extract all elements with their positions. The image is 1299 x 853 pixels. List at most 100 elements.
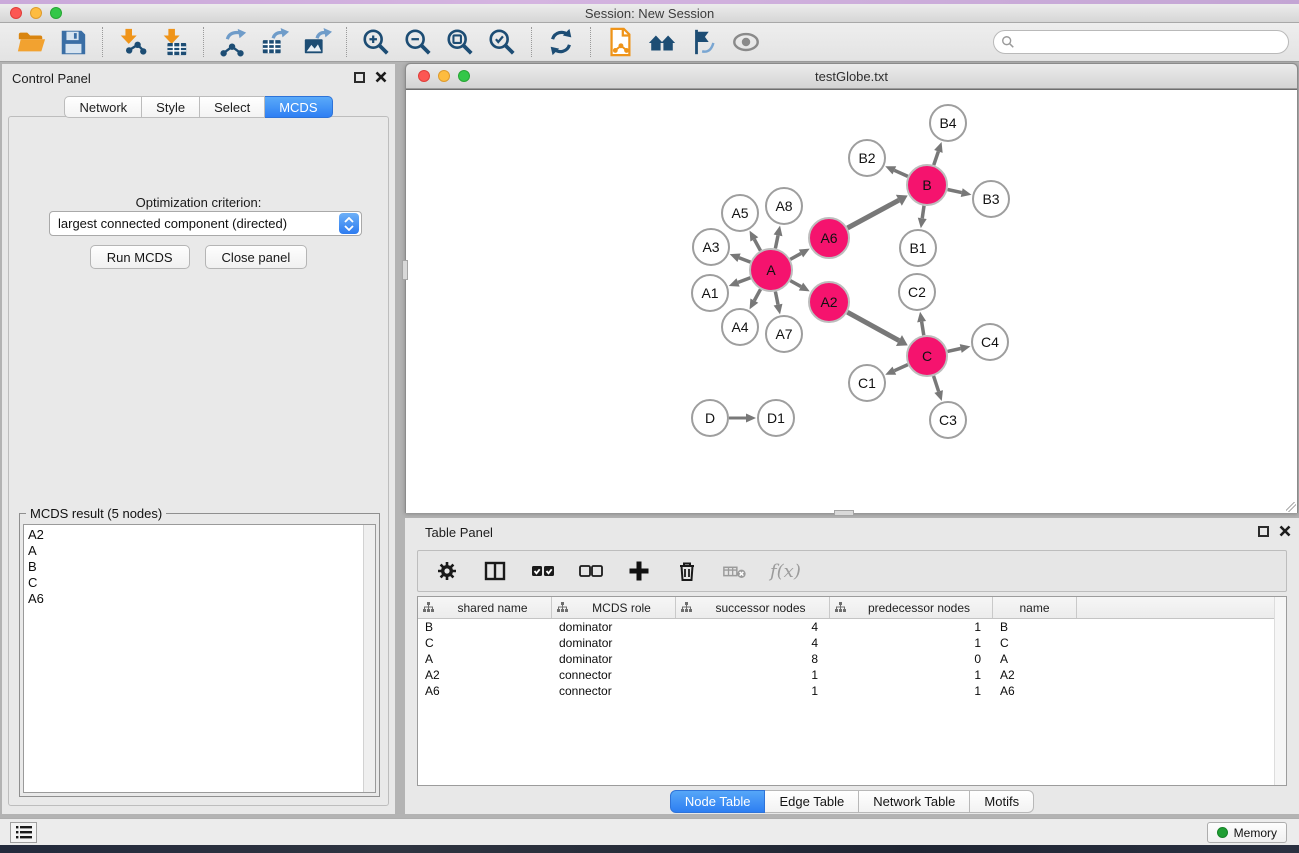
show-column-panel-icon[interactable] <box>482 558 508 584</box>
resize-grip-icon[interactable] <box>1286 502 1296 512</box>
tab-network[interactable]: Network <box>64 96 142 118</box>
column-header-name[interactable]: name <box>993 597 1077 618</box>
table-row[interactable]: Cdominator41C <box>418 635 1286 651</box>
column-header-mcds-role[interactable]: MCDS role <box>552 597 676 618</box>
mcds-result-item[interactable]: A2 <box>28 527 363 543</box>
splitter-grip-left[interactable] <box>402 260 408 280</box>
task-history-list-icon[interactable] <box>10 822 37 843</box>
import-table-icon[interactable] <box>157 25 191 59</box>
edge-C-C4[interactable] <box>947 349 960 352</box>
tab-network-table[interactable]: Network Table <box>859 790 970 813</box>
table-cell-name[interactable]: A6 <box>993 684 1077 698</box>
zoom-selected-icon[interactable] <box>485 25 519 59</box>
float-panel-icon[interactable] <box>354 72 365 83</box>
criterion-select[interactable]: largest connected component (directed) <box>49 211 362 236</box>
table-cell-name[interactable]: C <box>993 636 1077 650</box>
table-cell-mcds-role[interactable]: connector <box>552 668 676 682</box>
tab-select[interactable]: Select <box>200 96 265 118</box>
create-column-plus-icon[interactable] <box>626 558 652 584</box>
memory-button[interactable]: Memory <box>1207 822 1287 843</box>
refresh-view-icon[interactable] <box>544 25 578 59</box>
table-scrollbar[interactable] <box>1274 597 1286 785</box>
table-cell-name[interactable]: A <box>993 652 1077 666</box>
zoom-out-icon[interactable] <box>401 25 435 59</box>
tab-mcds[interactable]: MCDS <box>265 96 332 118</box>
column-header-successor-nodes[interactable]: successor nodes <box>676 597 830 618</box>
edge-A-A4[interactable] <box>754 289 760 300</box>
unselect-all-columns-icon[interactable] <box>578 558 604 584</box>
table-cell-predecessor-nodes[interactable]: 1 <box>830 684 993 698</box>
export-image-icon[interactable] <box>300 25 334 59</box>
table-cell-name[interactable]: A2 <box>993 668 1077 682</box>
export-network-icon[interactable] <box>216 25 250 59</box>
table-cell-shared-name[interactable]: A6 <box>418 684 552 698</box>
table-cell-successor-nodes[interactable]: 4 <box>676 620 830 634</box>
table-cell-predecessor-nodes[interactable]: 0 <box>830 652 993 666</box>
table-cell-successor-nodes[interactable]: 1 <box>676 684 830 698</box>
mcds-list-scrollbar[interactable] <box>363 525 375 792</box>
table-row[interactable]: Adominator80A <box>418 651 1286 667</box>
splitter-grip-bottom[interactable] <box>834 510 854 516</box>
tab-edge-table[interactable]: Edge Table <box>765 790 859 813</box>
mcds-result-item[interactable]: A <box>28 543 363 559</box>
edge-A6-B[interactable] <box>847 200 898 228</box>
import-network-icon[interactable] <box>115 25 149 59</box>
table-row[interactable]: A6connector11A6 <box>418 683 1286 699</box>
table-cell-shared-name[interactable]: A <box>418 652 552 666</box>
zoom-fit-icon[interactable] <box>443 25 477 59</box>
table-cell-successor-nodes[interactable]: 4 <box>676 636 830 650</box>
edge-A2-C[interactable] <box>847 312 899 340</box>
open-session-icon[interactable] <box>14 25 48 59</box>
edge-A-A1[interactable] <box>738 278 750 283</box>
table-cell-name[interactable]: B <box>993 620 1077 634</box>
edge-B-B3[interactable] <box>948 189 962 192</box>
table-cell-predecessor-nodes[interactable]: 1 <box>830 636 993 650</box>
hide-labels-icon[interactable] <box>687 25 721 59</box>
table-cell-shared-name[interactable]: A2 <box>418 668 552 682</box>
close-panel-icon[interactable] <box>375 71 387 83</box>
network-canvas[interactable]: B4B2BB3A8A5A6A3B1AC2A1A2A4A7C4CC1DD1C3 <box>406 89 1297 513</box>
close-table-panel-icon[interactable] <box>1279 525 1291 537</box>
mcds-result-item[interactable]: B <box>28 559 363 575</box>
edge-A-A7[interactable] <box>775 292 778 305</box>
column-header-predecessor-nodes[interactable]: predecessor nodes <box>830 597 993 618</box>
search-input[interactable] <box>993 30 1289 54</box>
function-builder-icon[interactable]: f(x) <box>770 561 801 582</box>
table-row[interactable]: Bdominator41B <box>418 619 1286 635</box>
table-cell-mcds-role[interactable]: dominator <box>552 620 676 634</box>
table-settings-gear-icon[interactable] <box>434 558 460 584</box>
close-panel-button[interactable]: Close panel <box>205 245 308 269</box>
edge-A-A2[interactable] <box>790 281 801 287</box>
table-row[interactable]: A2connector11A2 <box>418 667 1286 683</box>
table-cell-predecessor-nodes[interactable]: 1 <box>830 668 993 682</box>
table-cell-successor-nodes[interactable]: 8 <box>676 652 830 666</box>
edge-A-A8[interactable] <box>775 235 778 248</box>
edge-C-C3[interactable] <box>934 376 939 392</box>
delete-table-icon[interactable] <box>722 558 748 584</box>
delete-column-trash-icon[interactable] <box>674 558 700 584</box>
table-cell-successor-nodes[interactable]: 1 <box>676 668 830 682</box>
select-all-columns-icon[interactable] <box>530 558 556 584</box>
float-table-panel-icon[interactable] <box>1258 526 1269 537</box>
table-cell-mcds-role[interactable]: dominator <box>552 652 676 666</box>
tab-style[interactable]: Style <box>142 96 200 118</box>
edge-B-B1[interactable] <box>922 206 924 219</box>
column-header-shared-name[interactable]: shared name <box>418 597 552 618</box>
new-network-from-selection-icon[interactable] <box>603 25 637 59</box>
edge-B-B2[interactable] <box>894 170 907 176</box>
show-graphics-details-icon[interactable] <box>729 25 763 59</box>
edge-A-A6[interactable] <box>790 253 801 259</box>
tab-node-table[interactable]: Node Table <box>670 790 766 813</box>
table-cell-shared-name[interactable]: C <box>418 636 552 650</box>
edge-C-C2[interactable] <box>922 322 924 336</box>
edge-B-B4[interactable] <box>934 151 939 165</box>
edge-C-C1[interactable] <box>894 365 907 371</box>
table-cell-mcds-role[interactable]: dominator <box>552 636 676 650</box>
zoom-in-icon[interactable] <box>359 25 393 59</box>
mcds-result-item[interactable]: A6 <box>28 591 363 607</box>
export-table-icon[interactable] <box>258 25 292 59</box>
tab-motifs[interactable]: Motifs <box>970 790 1034 813</box>
table-cell-predecessor-nodes[interactable]: 1 <box>830 620 993 634</box>
save-session-icon[interactable] <box>56 25 90 59</box>
home-layout-icon[interactable] <box>645 25 679 59</box>
